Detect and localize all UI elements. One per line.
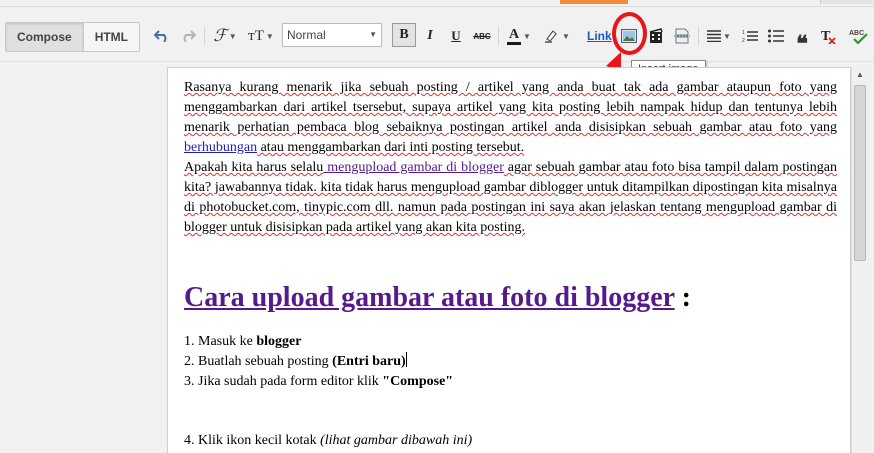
editor-scrollbar[interactable]: ▲ (851, 67, 868, 453)
list-item: 1. Masuk ke blogger (184, 334, 302, 349)
list-item: 2. Buatlah sebuah posting (Entri baru) (184, 352, 407, 369)
quote-icon[interactable]: ❝ (792, 24, 812, 56)
insert-jump-break-icon[interactable] (672, 24, 692, 48)
link-berhubungan[interactable]: berhubungan (184, 140, 257, 155)
bold-icon[interactable]: B (392, 23, 416, 47)
svg-text:2: 2 (742, 38, 745, 43)
list-item: 3. Jika sudah pada form editor klik "Com… (184, 374, 454, 389)
text-color-icon[interactable]: A ▼ (504, 24, 534, 48)
undo-icon[interactable] (152, 24, 172, 48)
numbered-list-icon[interactable]: 12 (740, 24, 760, 48)
strikethrough-icon[interactable]: ABC (470, 24, 494, 48)
mode-switch: Compose HTML (5, 22, 141, 52)
list-item: 4. Klik ikon kecil kotak (lihat gambar d… (184, 433, 473, 448)
link-button[interactable]: Link (587, 29, 612, 43)
format-value: Normal (287, 28, 326, 42)
publish-button-edge[interactable] (560, 0, 628, 4)
steps-list-continued: 4. Klik ikon kecil kotak (lihat gambar d… (184, 431, 837, 451)
svg-text:T: T (821, 29, 831, 44)
redo-icon[interactable] (178, 24, 198, 48)
html-mode-button[interactable]: HTML (82, 23, 139, 51)
underline-icon[interactable]: U (446, 24, 466, 48)
insert-video-icon[interactable] (646, 24, 666, 48)
link-mengupload-gambar[interactable]: mengupload gambar di blogger (323, 160, 504, 175)
steps-list: 1. Masuk ke blogger 2. Buatlah sebuah po… (184, 332, 837, 392)
paragraph-format-select[interactable]: Normal ▼ (282, 23, 382, 47)
heading-link[interactable]: Cara upload gambar atau foto di blogger (184, 282, 675, 313)
svg-text:1: 1 (742, 30, 745, 36)
compose-mode-button[interactable]: Compose (6, 23, 83, 51)
post-heading: Cara upload gambar atau foto di blogger … (184, 282, 691, 313)
remove-formatting-icon[interactable]: T (818, 24, 838, 48)
top-strip (0, 0, 874, 7)
font-size-icon[interactable]: ᴛT ▼ (246, 24, 276, 48)
toolbar-separator (698, 27, 699, 45)
italic-icon[interactable]: I (420, 24, 440, 48)
editor-toolbar: Compose HTML ℱ ▼ ᴛT ▼ Normal ▼ B I U ABC A… (0, 7, 874, 62)
post-content[interactable]: Rasanya kurang menarik jika sebuah posti… (184, 78, 837, 451)
font-family-icon[interactable]: ℱ ▼ (210, 24, 240, 48)
toolbar-separator (204, 27, 205, 45)
scroll-thumb[interactable] (854, 85, 866, 261)
bulleted-list-icon[interactable] (766, 24, 786, 48)
top-right-button-edge[interactable] (820, 0, 874, 4)
align-icon[interactable]: ▼ (704, 24, 734, 48)
scroll-up-arrow[interactable]: ▲ (852, 67, 868, 83)
toolbar-separator (498, 27, 499, 45)
spell-check-icon[interactable]: ABC (848, 24, 870, 48)
post-editor[interactable]: Rasanya kurang menarik jika sebuah posti… (167, 67, 851, 453)
paragraph-question: Apakah kita harus selalu mengupload gamb… (184, 160, 837, 235)
text-cursor (405, 352, 407, 367)
svg-text:ABC: ABC (849, 30, 864, 37)
chevron-down-icon: ▼ (369, 30, 377, 39)
paragraph-intro: Rasanya kurang menarik jika sebuah posti… (184, 80, 837, 155)
